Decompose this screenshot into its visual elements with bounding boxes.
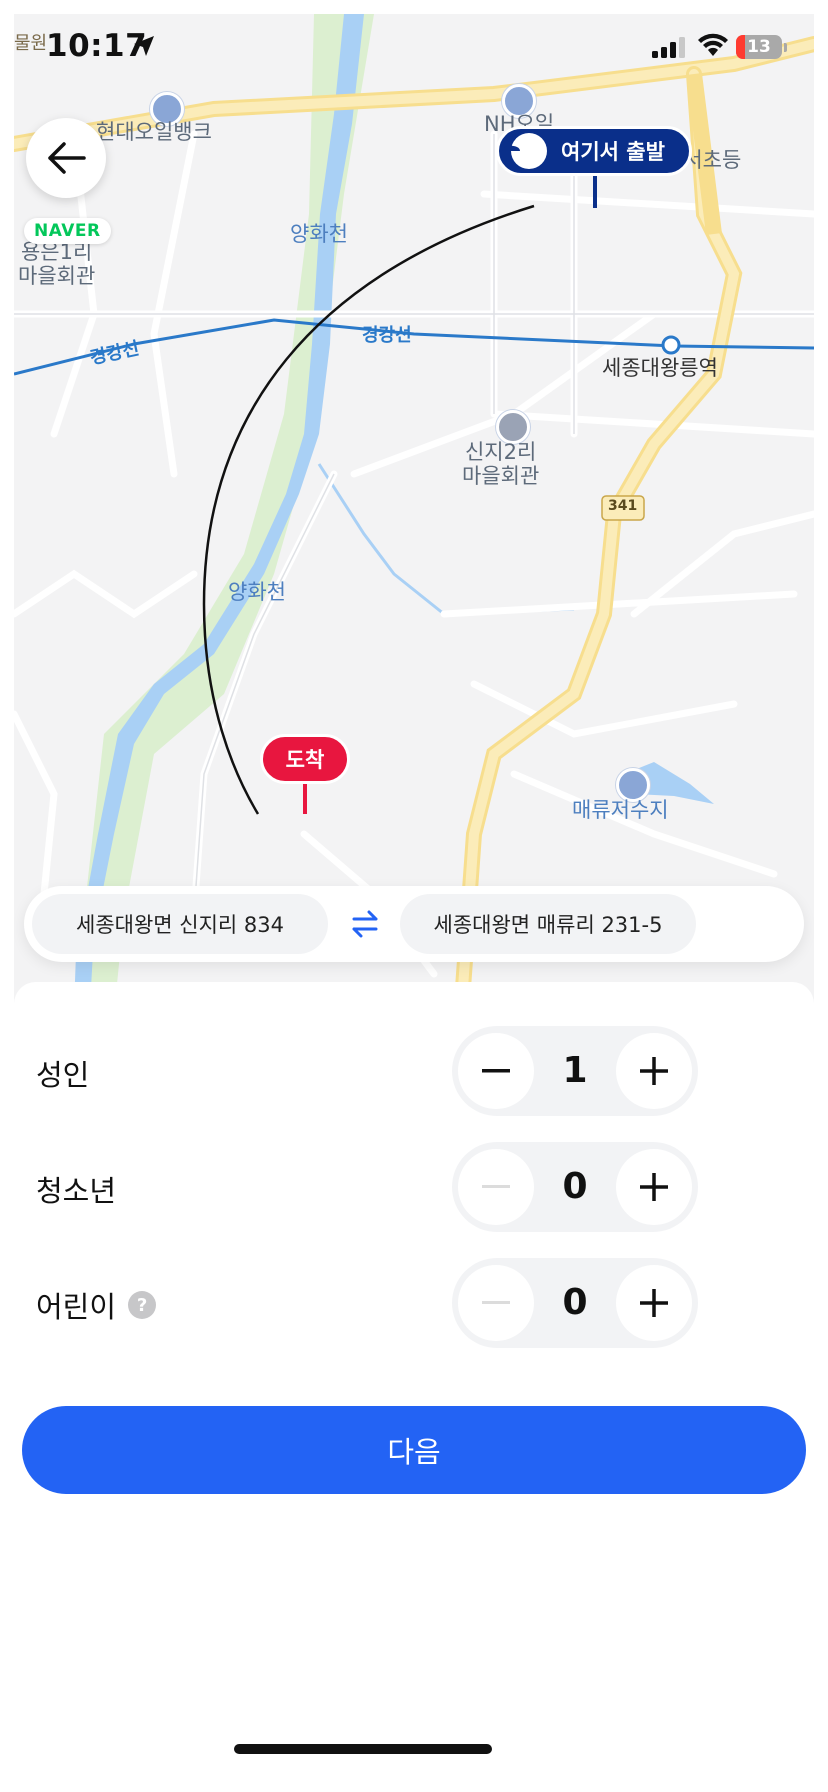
passenger-row-adult: 성인 1 xyxy=(14,1026,814,1116)
passenger-label: 성인 xyxy=(36,1052,89,1094)
minus-icon xyxy=(482,1069,510,1073)
route-number-label: 341 xyxy=(608,498,638,514)
child-stepper: 0 xyxy=(452,1258,698,1348)
minus-icon xyxy=(482,1301,510,1304)
status-bar: 10:17 13 xyxy=(14,14,814,74)
passenger-label-text: 성인 xyxy=(36,1058,90,1092)
back-button[interactable] xyxy=(26,118,106,198)
map-label-reservoir[interactable]: 매류저수지 xyxy=(572,798,669,822)
map-label-rail-2: 경강선 xyxy=(362,325,412,346)
map-label-river-1: 양화천 xyxy=(290,222,348,246)
arrival-marker[interactable]: 도착 xyxy=(260,734,350,784)
passenger-label-text: 청소년 xyxy=(36,1174,117,1208)
start-marker[interactable]: 여기서 출발 xyxy=(496,126,692,176)
adult-count: 1 xyxy=(562,1050,588,1091)
arrow-left-icon xyxy=(48,142,86,174)
youth-plus-button[interactable] xyxy=(616,1149,692,1225)
user-icon xyxy=(502,132,547,169)
location-arrow-icon xyxy=(134,36,154,56)
passenger-row-youth: 청소년 0 xyxy=(14,1142,814,1232)
minus-icon xyxy=(482,1185,510,1188)
youth-stepper: 0 xyxy=(452,1142,698,1232)
child-count: 0 xyxy=(562,1282,588,1323)
destination-field[interactable]: 세종대왕면 매류리 231-5 xyxy=(400,894,696,954)
adult-stepper: 1 xyxy=(452,1026,698,1116)
question-circle-icon[interactable]: ? xyxy=(128,1291,157,1319)
map-label-village-hall-2[interactable]: 신지2리 마을회관 xyxy=(462,440,539,488)
child-minus-button[interactable] xyxy=(458,1265,534,1341)
naver-logo: NAVER xyxy=(24,218,111,244)
passenger-label-text: 어린이 xyxy=(36,1290,117,1324)
adult-plus-button[interactable] xyxy=(616,1033,692,1109)
plus-icon xyxy=(640,1173,668,1201)
home-indicator xyxy=(234,1744,492,1754)
arrival-marker-stem xyxy=(303,780,307,814)
origin-field[interactable]: 세종대왕면 신지리 834 xyxy=(32,894,328,954)
swap-arrows-icon xyxy=(352,910,378,938)
start-marker-label: 여기서 출발 xyxy=(561,140,665,164)
next-button[interactable]: 다음 xyxy=(22,1406,806,1494)
cellular-signal-icon xyxy=(652,37,685,58)
battery-cap xyxy=(784,43,787,52)
passenger-sheet: 성인 1 청소년 0 어린이 ? 0 xyxy=(14,982,814,1778)
youth-count: 0 xyxy=(562,1166,588,1207)
map-label-village-hall-1[interactable]: 용은1리 마을회관 xyxy=(18,240,95,288)
map-label-gas-station[interactable]: 현대오일뱅크 xyxy=(96,120,212,144)
plus-icon xyxy=(640,1057,668,1085)
adult-minus-button[interactable] xyxy=(458,1033,534,1109)
youth-minus-button[interactable] xyxy=(458,1149,534,1225)
plus-icon xyxy=(640,1289,668,1317)
battery-level: 13 xyxy=(747,37,771,57)
passenger-label: 청소년 xyxy=(36,1168,116,1210)
start-marker-stem xyxy=(593,174,597,208)
child-plus-button[interactable] xyxy=(616,1265,692,1341)
route-bar: 세종대왕면 신지리 834 세종대왕면 매류리 231-5 xyxy=(24,886,804,962)
village-hall-icon[interactable] xyxy=(496,410,530,444)
wifi-icon xyxy=(698,33,728,56)
swap-button[interactable] xyxy=(345,906,385,942)
map-label-station[interactable]: 세종대왕릉역 xyxy=(602,356,718,380)
battery-icon: 13 xyxy=(736,35,782,59)
reservoir-icon[interactable] xyxy=(616,768,650,802)
screen: 현대오일뱅크 NH오일 능서초등 용은1리 마을회관 양화천 양화천 경강선 경… xyxy=(14,14,814,1778)
passenger-label: 어린이 ? xyxy=(36,1284,157,1326)
passenger-row-child: 어린이 ? 0 xyxy=(14,1258,814,1348)
map-label-river-2: 양화천 xyxy=(228,580,286,604)
